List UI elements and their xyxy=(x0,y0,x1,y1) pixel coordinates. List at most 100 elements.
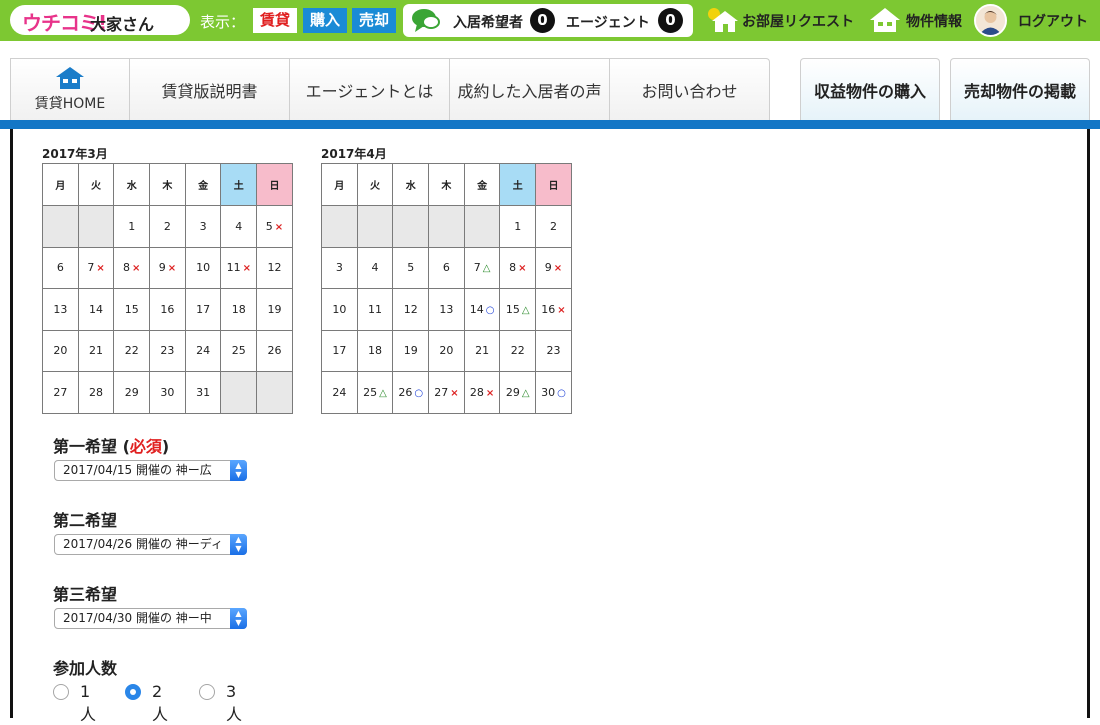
calendar-day[interactable]: 14 xyxy=(77,288,115,331)
day-number: 20 xyxy=(53,344,68,358)
property-info-link[interactable]: 物件情報 xyxy=(906,11,962,31)
room-request-link[interactable]: お部屋リクエスト xyxy=(742,11,854,31)
calendar-day[interactable]: 19 xyxy=(392,329,430,372)
first-choice-select[interactable]: 2017/04/15 開催の 神ー広 ▲ ▼ xyxy=(54,460,247,481)
calendar-day[interactable]: 20 xyxy=(428,329,465,372)
calendar-day[interactable]: 23 xyxy=(535,329,572,372)
chat-icon xyxy=(412,9,440,32)
calendar-day[interactable]: 22 xyxy=(113,329,151,372)
calendar-day[interactable]: 6 xyxy=(42,246,79,289)
day-number: 29 xyxy=(505,385,520,399)
calendar-day[interactable]: 10 xyxy=(184,246,222,289)
day-number: 23 xyxy=(546,344,561,358)
calendar-week-row: 20 21 22 23 24 25 26 xyxy=(42,329,293,372)
calendar-day[interactable]: 11 × xyxy=(220,246,258,289)
calendar-day[interactable]: 8 × xyxy=(113,246,151,289)
day-number: 27 xyxy=(434,385,449,399)
logo[interactable]: ウチコミ! 大家さん xyxy=(10,5,190,35)
user-avatar[interactable] xyxy=(974,4,1007,37)
calendar-day[interactable]: 12 xyxy=(256,246,293,289)
calendar-day[interactable]: 9 × xyxy=(535,246,572,289)
calendar-day[interactable]: 29 △ xyxy=(499,371,537,414)
calendar-day[interactable]: 3 xyxy=(184,205,222,248)
logout-link[interactable]: ログアウト xyxy=(1018,11,1088,31)
room-request-icon xyxy=(708,8,738,32)
calendar-day[interactable]: 5 × xyxy=(256,205,293,248)
calendar-day[interactable]: 30 xyxy=(149,371,186,414)
tab-agent[interactable]: エージェントとは xyxy=(289,58,450,120)
tab-home[interactable]: 賃貸HOME xyxy=(10,58,130,120)
people-radio-2[interactable] xyxy=(125,684,141,700)
calendar-day[interactable]: 5 xyxy=(392,246,430,289)
day-number: 1 xyxy=(514,219,522,233)
agents-count-badge[interactable]: 0 xyxy=(658,8,683,33)
calendar-day[interactable]: 22 xyxy=(499,329,537,372)
select-arrows-icon: ▲ ▼ xyxy=(230,460,247,481)
calendar-day[interactable]: 26 xyxy=(256,329,293,372)
tab-buy-income[interactable]: 収益物件の購入 xyxy=(800,58,940,120)
calendar-day[interactable]: 13 xyxy=(42,288,79,331)
calendar-day[interactable]: 1 xyxy=(499,205,537,248)
calendar-day[interactable]: 25 △ xyxy=(356,371,394,414)
home-icon xyxy=(56,67,84,89)
people-radio-3[interactable] xyxy=(199,684,215,700)
calendar-day[interactable]: 9 × xyxy=(149,246,186,289)
calendar-day[interactable]: 31 xyxy=(184,371,222,414)
calendar-day[interactable]: 17 xyxy=(321,329,358,372)
calendar-day[interactable]: 16 xyxy=(149,288,186,331)
second-choice-select[interactable]: 2017/04/26 開催の 神ーディ ▲ ▼ xyxy=(54,534,247,555)
calendar-day[interactable]: 3 xyxy=(321,246,358,289)
mode-sell-button[interactable]: 売却 xyxy=(352,8,396,33)
calendar-day[interactable]: 15 △ xyxy=(499,288,537,331)
calendar-day[interactable]: 21 xyxy=(77,329,115,372)
calendar-day[interactable]: 1 xyxy=(113,205,151,248)
calendar-day[interactable]: 23 xyxy=(149,329,186,372)
mode-buy-button[interactable]: 購入 xyxy=(303,8,347,33)
calendar-week-row: 1 2 3 4 5 × xyxy=(42,205,293,248)
calendar-day[interactable]: 4 xyxy=(356,246,394,289)
calendar-day[interactable]: 14 ○ xyxy=(463,288,501,331)
calendar-day[interactable]: 4 xyxy=(220,205,258,248)
calendar-day[interactable]: 2 xyxy=(149,205,186,248)
calendar-day[interactable]: 27 xyxy=(42,371,79,414)
calendar-day[interactable]: 25 xyxy=(220,329,258,372)
calendar-day[interactable]: 7 △ xyxy=(463,246,501,289)
calendar-day[interactable]: 6 xyxy=(428,246,465,289)
calendar-day[interactable]: 2 xyxy=(535,205,572,248)
calendar-day[interactable]: 13 xyxy=(428,288,465,331)
calendar-day[interactable]: 21 xyxy=(463,329,501,372)
calendar-day[interactable]: 10 xyxy=(321,288,358,331)
calendar-day[interactable]: 29 xyxy=(113,371,151,414)
calendar-day[interactable]: 17 xyxy=(184,288,222,331)
calendar-day[interactable]: 12 xyxy=(392,288,430,331)
third-choice-select[interactable]: 2017/04/30 開催の 神ー中 ▲ ▼ xyxy=(54,608,247,629)
calendar-day[interactable]: 24 xyxy=(321,371,358,414)
user-photo-icon xyxy=(976,6,1005,35)
calendar-day[interactable]: 8 × xyxy=(499,246,537,289)
day-number: 4 xyxy=(371,261,379,275)
calendar-day[interactable]: 11 xyxy=(356,288,394,331)
calendar-day[interactable]: 15 xyxy=(113,288,151,331)
tab-manual[interactable]: 賃貸版説明書 xyxy=(129,58,290,120)
calendar-day[interactable]: 27 × xyxy=(428,371,465,414)
calendar-day[interactable]: 7 × xyxy=(77,246,115,289)
unavailable-mark-icon: × xyxy=(132,263,141,275)
calendar-day[interactable]: 26 ○ xyxy=(392,371,430,414)
tab-sell-listing[interactable]: 売却物件の掲載 xyxy=(950,58,1090,120)
people-radio-1[interactable] xyxy=(53,684,69,700)
calendar-day[interactable]: 18 xyxy=(220,288,258,331)
mode-rent-button[interactable]: 賃貸 xyxy=(253,8,297,33)
calendar-day[interactable]: 28 xyxy=(77,371,115,414)
calendar-day[interactable]: 30 ○ xyxy=(535,371,572,414)
calendar-day[interactable]: 19 xyxy=(256,288,293,331)
calendar-day[interactable]: 20 xyxy=(42,329,79,372)
day-number: 22 xyxy=(124,344,139,358)
calendar-day[interactable]: 18 xyxy=(356,329,394,372)
applicants-count-badge[interactable]: 0 xyxy=(530,8,555,33)
tab-contact[interactable]: お問い合わせ xyxy=(609,58,770,120)
day-number: 9 xyxy=(158,261,166,275)
calendar-day[interactable]: 28 × xyxy=(463,371,501,414)
calendar-day[interactable]: 24 xyxy=(184,329,222,372)
calendar-day[interactable]: 16 × xyxy=(535,288,572,331)
tab-voices[interactable]: 成約した入居者の声 xyxy=(449,58,610,120)
